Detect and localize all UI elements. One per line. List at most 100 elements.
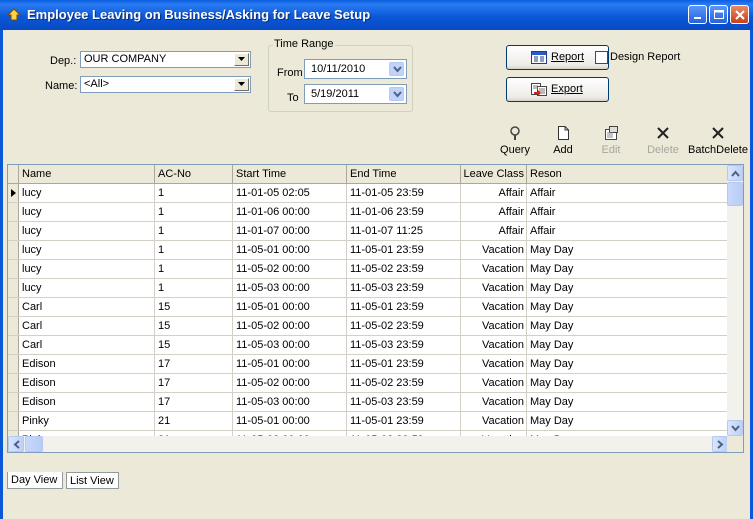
dropdown-button[interactable]: [234, 53, 249, 66]
table-row[interactable]: lucy 1 11-05-02 00:00 11-05-02 23:59 Vacatio…: [8, 260, 728, 279]
cell-end-time[interactable]: 11-01-06 23:59: [347, 203, 461, 221]
vertical-scrollbar[interactable]: [727, 165, 743, 436]
cell-start-time[interactable]: 11-05-01 00:00: [233, 298, 347, 316]
scroll-down-button[interactable]: [727, 420, 743, 436]
cell-ac-no[interactable]: 1: [155, 260, 233, 278]
scroll-right-button[interactable]: [712, 436, 728, 452]
table-row[interactable]: lucy 1 11-01-06 00:00 11-01-06 23:59 Affair A…: [8, 203, 728, 222]
table-row[interactable]: Edison 17 11-05-03 00:00 11-05-03 23:59 Vaca…: [8, 393, 728, 412]
cell-leave-class[interactable]: Affair: [461, 222, 527, 240]
add-button[interactable]: Add: [538, 125, 588, 156]
cell-leave-class[interactable]: Vacation: [461, 336, 527, 354]
cell-reason[interactable]: Affair: [527, 184, 728, 202]
cell-reason[interactable]: May Day: [527, 374, 728, 392]
table-row[interactable]: Carl 15 11-05-03 00:00 11-05-03 23:59 Vacati…: [8, 336, 728, 355]
cell-reason[interactable]: May Day: [527, 298, 728, 316]
row-indicator[interactable]: [8, 355, 19, 373]
cell-ac-no[interactable]: 1: [155, 241, 233, 259]
cell-name[interactable]: Edison: [19, 355, 155, 373]
cell-start-time[interactable]: 11-05-03 00:00: [233, 393, 347, 411]
cell-ac-no[interactable]: 15: [155, 317, 233, 335]
cell-reason[interactable]: May Day: [527, 412, 728, 430]
cell-name[interactable]: lucy: [19, 184, 155, 202]
row-indicator[interactable]: [8, 298, 19, 316]
cell-start-time[interactable]: 11-01-06 00:00: [233, 203, 347, 221]
cell-end-time[interactable]: 11-05-03 23:59: [347, 393, 461, 411]
cell-start-time[interactable]: 11-05-01 00:00: [233, 241, 347, 259]
table-row[interactable]: lucy 1 11-05-03 00:00 11-05-03 23:59 Vacatio…: [8, 279, 728, 298]
table-row[interactable]: Carl 15 11-05-01 00:00 11-05-01 23:59 Vacati…: [8, 298, 728, 317]
column-header-ac-no[interactable]: AC-No: [155, 165, 233, 183]
table-row[interactable]: lucy 1 11-05-01 00:00 11-05-01 23:59 Vacatio…: [8, 241, 728, 260]
cell-ac-no[interactable]: 1: [155, 203, 233, 221]
cell-ac-no[interactable]: 15: [155, 298, 233, 316]
table-row[interactable]: lucy 1 11-01-05 02:05 11-01-05 23:59 Affair A…: [8, 184, 728, 203]
cell-ac-no[interactable]: 1: [155, 222, 233, 240]
cell-leave-class[interactable]: Affair: [461, 203, 527, 221]
cell-end-time[interactable]: 11-05-02 23:59: [347, 260, 461, 278]
from-date-picker[interactable]: 10/11/2010: [304, 59, 407, 79]
cell-leave-class[interactable]: Vacation: [461, 298, 527, 316]
cell-name[interactable]: Edison: [19, 374, 155, 392]
cell-start-time[interactable]: 11-05-03 00:00: [233, 279, 347, 297]
cell-name[interactable]: lucy: [19, 203, 155, 221]
cell-end-time[interactable]: 11-05-02 23:59: [347, 317, 461, 335]
delete-button[interactable]: Delete: [638, 125, 688, 156]
edit-button[interactable]: Edit: [586, 125, 636, 156]
cell-ac-no[interactable]: 17: [155, 393, 233, 411]
cell-reason[interactable]: May Day: [527, 393, 728, 411]
cell-end-time[interactable]: 11-05-01 23:59: [347, 355, 461, 373]
cell-name[interactable]: Carl: [19, 336, 155, 354]
close-button[interactable]: [730, 5, 749, 24]
cell-name[interactable]: Carl: [19, 298, 155, 316]
cell-end-time[interactable]: 11-05-03 23:59: [347, 279, 461, 297]
horizontal-scroll-thumb[interactable]: [25, 436, 43, 452]
row-indicator[interactable]: [8, 374, 19, 392]
cell-leave-class[interactable]: Vacation: [461, 355, 527, 373]
date-dropdown-button[interactable]: [389, 62, 404, 76]
cell-name[interactable]: Pinky: [19, 412, 155, 430]
cell-ac-no[interactable]: 1: [155, 279, 233, 297]
column-header-name[interactable]: Name: [19, 165, 155, 183]
cell-start-time[interactable]: 11-05-01 00:00: [233, 355, 347, 373]
query-button[interactable]: Query: [490, 125, 540, 156]
row-indicator[interactable]: [8, 241, 19, 259]
cell-end-time[interactable]: 11-05-03 23:59: [347, 336, 461, 354]
cell-reason[interactable]: Affair: [527, 203, 728, 221]
cell-name[interactable]: lucy: [19, 279, 155, 297]
cell-start-time[interactable]: 11-05-01 00:00: [233, 412, 347, 430]
export-button[interactable]: Export: [506, 77, 609, 102]
cell-ac-no[interactable]: 1: [155, 184, 233, 202]
cell-ac-no[interactable]: 17: [155, 355, 233, 373]
cell-start-time[interactable]: 11-01-05 02:05: [233, 184, 347, 202]
cell-reason[interactable]: May Day: [527, 355, 728, 373]
cell-end-time[interactable]: 11-05-01 23:59: [347, 412, 461, 430]
row-indicator[interactable]: [8, 279, 19, 297]
cell-leave-class[interactable]: Vacation: [461, 279, 527, 297]
name-select[interactable]: <All>: [80, 76, 251, 93]
cell-ac-no[interactable]: 21: [155, 412, 233, 430]
cell-leave-class[interactable]: Vacation: [461, 317, 527, 335]
row-indicator[interactable]: [8, 260, 19, 278]
table-row[interactable]: Edison 17 11-05-02 00:00 11-05-02 23:59 Vaca…: [8, 374, 728, 393]
row-indicator[interactable]: [8, 222, 19, 240]
department-select[interactable]: OUR COMPANY: [80, 51, 251, 68]
design-report-checkbox[interactable]: [595, 51, 608, 64]
cell-name[interactable]: Carl: [19, 317, 155, 335]
report-button[interactable]: Report: [506, 45, 609, 70]
cell-reason[interactable]: May Day: [527, 336, 728, 354]
row-indicator[interactable]: [8, 393, 19, 411]
column-header-reason[interactable]: Reson: [527, 165, 728, 183]
cell-end-time[interactable]: 11-05-01 23:59: [347, 298, 461, 316]
tab-list-view[interactable]: List View: [66, 472, 119, 489]
cell-end-time[interactable]: 11-05-01 23:59: [347, 241, 461, 259]
batch-delete-button[interactable]: BatchDelete: [688, 125, 748, 156]
cell-name[interactable]: Edison: [19, 393, 155, 411]
cell-reason[interactable]: Affair: [527, 222, 728, 240]
table-row[interactable]: Edison 17 11-05-01 00:00 11-05-01 23:59 Vaca…: [8, 355, 728, 374]
cell-end-time[interactable]: 11-01-07 11:25: [347, 222, 461, 240]
cell-start-time[interactable]: 11-05-02 00:00: [233, 374, 347, 392]
leave-records-grid[interactable]: Name AC-No Start Time End Time Leave Cla…: [7, 164, 744, 453]
date-dropdown-button[interactable]: [389, 87, 404, 101]
row-indicator[interactable]: [8, 184, 19, 202]
